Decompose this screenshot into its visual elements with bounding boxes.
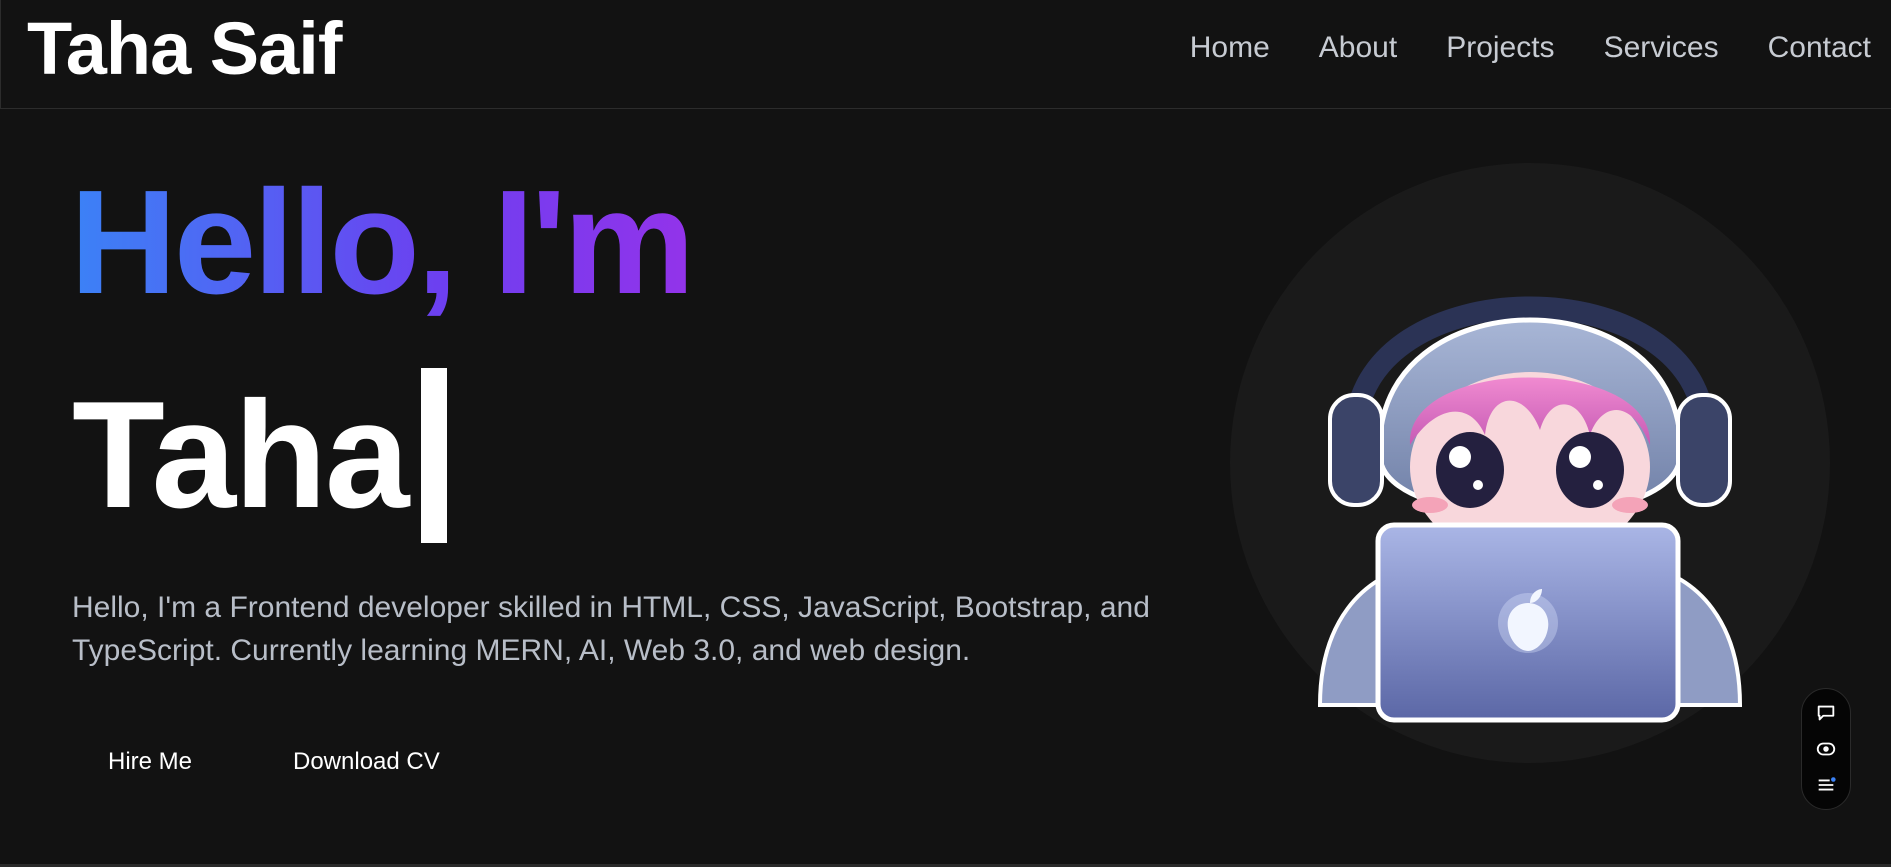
eye-icon[interactable] (1815, 738, 1837, 760)
hero-bio: Hello, I'm a Frontend developer skilled … (72, 591, 1150, 667)
nav-link-services[interactable]: Services (1604, 28, 1719, 68)
hire-me-button[interactable]: Hire Me (108, 740, 192, 784)
navbar: Taha Saif Home About Projects Services C… (0, 0, 1891, 109)
typed-name: Taha (72, 370, 409, 540)
anime-avatar-with-laptop-icon (1317, 296, 1743, 723)
menu-icon[interactable] (1815, 774, 1837, 796)
nav-link-home[interactable]: Home (1190, 28, 1270, 68)
nav-menu: Home About Projects Services Contact (1190, 28, 1871, 68)
nav-link-contact[interactable]: Contact (1768, 28, 1871, 68)
hero-name-line: Taha (72, 368, 448, 543)
typing-cursor (421, 368, 448, 543)
nav-link-about[interactable]: About (1319, 28, 1397, 68)
download-cv-button[interactable]: Download CV (293, 740, 440, 784)
floating-toolbar (1801, 688, 1851, 810)
hero-greeting: Hello, I'm (70, 158, 695, 328)
comment-icon[interactable] (1815, 702, 1837, 724)
site-logo[interactable]: Taha Saif (27, 8, 342, 90)
nav-link-projects[interactable]: Projects (1446, 28, 1554, 68)
